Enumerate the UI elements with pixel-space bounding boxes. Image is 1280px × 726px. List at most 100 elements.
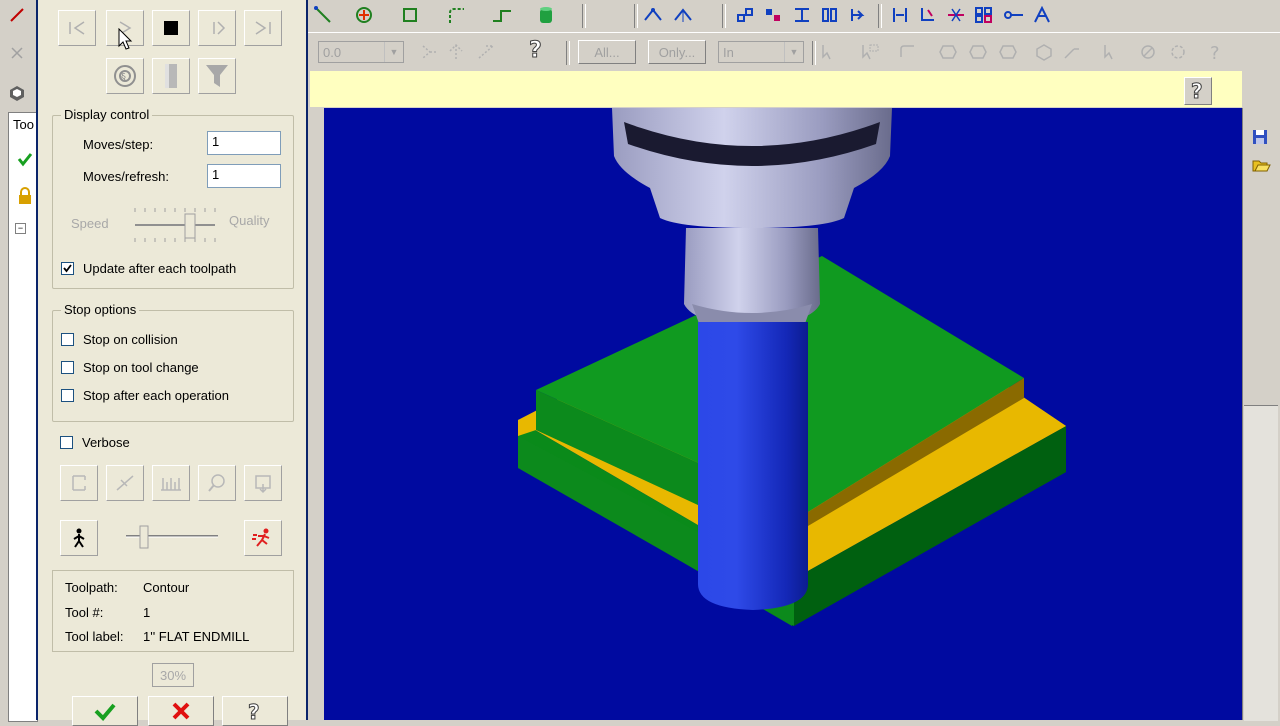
rectangle-tool-icon[interactable] [398, 4, 422, 26]
text-tool-icon[interactable] [1030, 4, 1054, 26]
align-icon[interactable] [888, 4, 912, 26]
chevron-down-icon[interactable]: ▼ [384, 42, 403, 62]
speed-quality-slider[interactable] [133, 204, 219, 248]
spline-tool-icon[interactable] [490, 4, 514, 26]
pencil-icon[interactable] [4, 4, 30, 26]
display-control-group: Display control Moves/step: 1 Moves/refr… [52, 107, 294, 289]
toolpath-bracket-icon [72, 475, 86, 491]
pause-button[interactable] [198, 10, 236, 46]
moves-per-step-input[interactable]: 1 [207, 131, 281, 155]
toolpath-label: Toolpath: [65, 580, 118, 595]
extend-icon[interactable] [916, 4, 940, 26]
save-icon[interactable] [1251, 128, 1269, 149]
select-only-button[interactable]: Only... [648, 40, 706, 64]
operations-icon[interactable] [4, 82, 30, 104]
verbose-tool-2-button[interactable] [106, 465, 144, 501]
units-combo[interactable]: In ▼ [718, 41, 804, 63]
xform-icon[interactable] [642, 4, 666, 26]
stop-on-collision-checkbox[interactable] [61, 333, 74, 346]
help-icon[interactable]: ? [1204, 41, 1228, 63]
toolpath-value: Contour [143, 580, 190, 595]
analyze-icon[interactable] [734, 4, 758, 26]
panel-tab-label[interactable]: Too [13, 117, 34, 132]
speed-label: Speed [71, 216, 109, 231]
modify-length-icon[interactable] [944, 4, 968, 26]
slow-speed-button[interactable] [60, 520, 98, 556]
dimension-icon[interactable] [762, 4, 786, 26]
moves-per-step-label: Moves/step: [83, 137, 154, 152]
verify-viewport[interactable] [324, 108, 1242, 720]
join-icon[interactable] [1002, 4, 1026, 26]
stop-on-tool-change-checkbox[interactable] [61, 361, 74, 374]
stop-options-group: Stop options Stop on collision Stop on t… [52, 302, 294, 422]
chevron-down-icon[interactable]: ▼ [784, 42, 803, 62]
svg-text:?: ? [248, 700, 260, 722]
filter-button[interactable] [198, 58, 236, 94]
break-icon[interactable] [846, 4, 870, 26]
verify-dialog: § Display control Moves/step: 1 Moves/re… [36, 0, 308, 726]
solid-tool-icon[interactable] [534, 4, 558, 26]
verbose-checkbox[interactable] [60, 436, 73, 449]
line-tool-icon[interactable] [312, 4, 336, 26]
stop-after-operation-checkbox[interactable] [61, 389, 74, 402]
cancel-button[interactable] [148, 696, 214, 726]
simulation-speed-slider[interactable] [124, 524, 220, 550]
select-in-icon[interactable] [996, 41, 1020, 63]
select-solid-icon[interactable] [1032, 41, 1056, 63]
rewind-button[interactable] [58, 10, 96, 46]
tool-holder-body [612, 108, 892, 228]
update-after-toolpath-checkbox[interactable] [61, 262, 74, 275]
stop-button[interactable] [152, 10, 190, 46]
fast-speed-button[interactable] [244, 520, 282, 556]
verbose-tool-1-button[interactable] [60, 465, 98, 501]
tool-number-value: 1 [143, 605, 151, 620]
circle-tool-icon[interactable] [352, 4, 376, 26]
tool-number-label: Tool #: [65, 605, 104, 620]
cursor-select-icon[interactable] [444, 41, 468, 63]
unselect-icon[interactable] [1136, 41, 1160, 63]
stop-on-collision-label: Stop on collision [83, 332, 178, 347]
fillet-tool-icon[interactable] [444, 4, 468, 26]
fast-forward-button[interactable] [244, 10, 282, 46]
select-face-icon[interactable] [1100, 41, 1124, 63]
select-edge-icon[interactable] [1060, 41, 1084, 63]
select-area-icon[interactable] [966, 41, 990, 63]
help-icon[interactable]: ? [524, 38, 548, 62]
toolpath-info-box: Toolpath: Contour Tool #: 1 Tool label: … [52, 570, 294, 652]
moves-per-refresh-input[interactable]: 1 [207, 164, 281, 188]
offset-icon[interactable] [790, 4, 814, 26]
svg-text:?: ? [1210, 43, 1220, 62]
help-icon[interactable]: ? [1184, 77, 1212, 105]
open-folder-icon[interactable] [1251, 156, 1271, 177]
stop-options-title: Stop options [61, 302, 140, 317]
filter-select-icon[interactable] [418, 41, 442, 63]
select-all-button[interactable]: All... [578, 40, 636, 64]
chain-select-icon[interactable] [474, 41, 498, 63]
grid-icon[interactable] [972, 4, 996, 26]
xform-mirror-icon[interactable] [672, 4, 696, 26]
target-options-icon: § [114, 65, 136, 87]
options-button[interactable]: § [106, 58, 144, 94]
scrollbar[interactable] [1244, 405, 1278, 721]
select-last-icon[interactable] [1166, 41, 1190, 63]
ok-button[interactable] [72, 696, 138, 726]
svg-text:§: § [121, 72, 126, 83]
verbose-tool-4-button[interactable] [198, 465, 236, 501]
select-window-icon[interactable] [858, 41, 882, 63]
tree-collapse-icon[interactable]: − [15, 223, 26, 234]
select-vector-icon[interactable] [936, 41, 960, 63]
quality-label: Quality [229, 213, 270, 228]
depth-combo[interactable]: 0.0 ▼ [318, 41, 404, 63]
machining-scene [518, 108, 1066, 626]
prompt-area: ? [310, 71, 1242, 107]
trim-icon[interactable] [818, 4, 842, 26]
close-icon[interactable] [4, 42, 30, 64]
fast-forward-icon [255, 21, 271, 35]
verbose-tool-5-button[interactable] [244, 465, 282, 501]
help-button[interactable]: ? [222, 696, 288, 726]
stock-view-button[interactable] [152, 58, 190, 94]
checkmark-icon [63, 264, 72, 273]
verbose-tool-3-button[interactable] [152, 465, 190, 501]
select-pointer-icon[interactable] [818, 41, 842, 63]
select-polygon-icon[interactable] [896, 41, 920, 63]
